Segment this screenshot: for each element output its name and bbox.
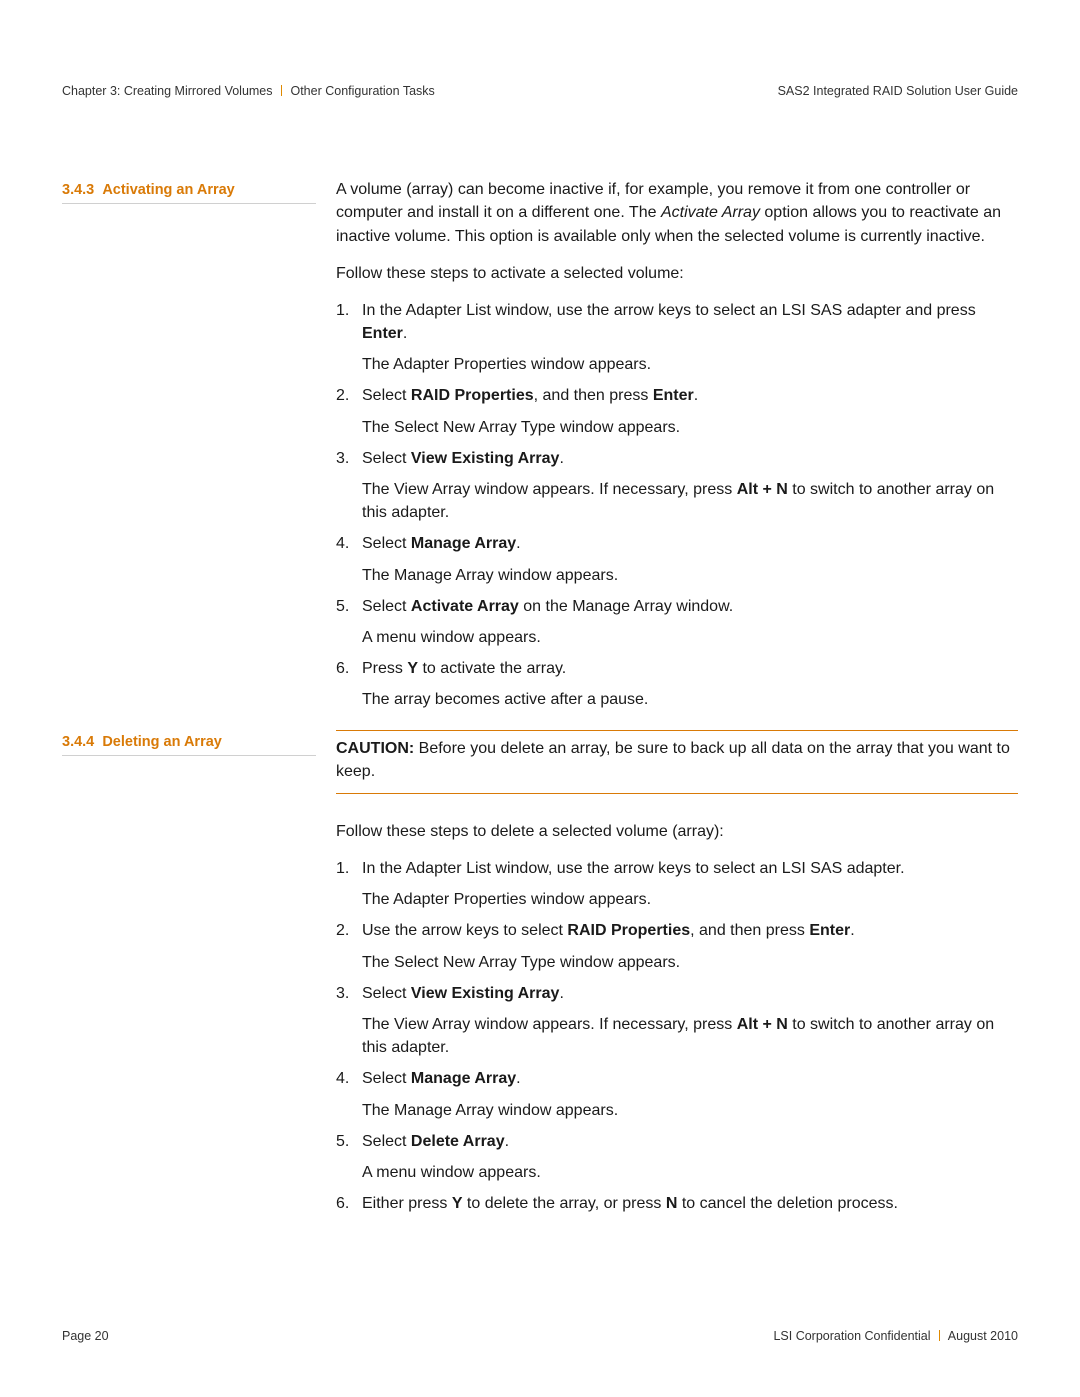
footer-date: August 2010 [948,1329,1018,1343]
running-header-left: Chapter 3: Creating Mirrored Volumes Oth… [62,82,435,100]
step-text: , and then press [534,387,653,404]
step-text: Select [362,535,411,552]
step-bold: Enter [809,922,850,939]
step-item: In the Adapter List window, use the arro… [336,857,1018,911]
step-bold: RAID Properties [567,922,690,939]
section-number: 3.4.3 [62,182,94,198]
step-text: to activate the array. [418,660,566,677]
step-item: Select Manage Array. The Manage Array wi… [336,532,1018,586]
step-text: . [559,450,563,467]
step-item: Use the arrow keys to select RAID Proper… [336,919,1018,973]
step-bold: Manage Array [411,1070,516,1087]
section-title: Deleting an Array [102,734,222,750]
step-item: Either press Y to delete the array, or p… [336,1192,1018,1215]
separator-icon [939,1330,940,1341]
section-heading-activating: 3.4.3 Activating an Array [62,180,316,204]
step-text: . [516,535,520,552]
step-item: Select RAID Properties, and then press E… [336,384,1018,438]
result-text: The View Array window appears. If necess… [362,481,737,498]
step-result: The Adapter Properties window appears. [362,353,1018,376]
result-text: The View Array window appears. If necess… [362,1016,737,1033]
step-result: A menu window appears. [362,626,1018,649]
step-text: . [559,985,563,1002]
step-text: Either press [362,1195,452,1212]
step-item: Select Delete Array. A menu window appea… [336,1130,1018,1184]
page-number: Page 20 [62,1327,109,1345]
step-item: Select Manage Array. The Manage Array wi… [336,1067,1018,1121]
chapter-label: Chapter 3: Creating Mirrored Volumes [62,84,273,98]
step-bold: View Existing Array [411,985,560,1002]
section-heading-deleting: 3.4.4 Deleting an Array [62,732,316,756]
step-item: Select View Existing Array. The View Arr… [336,982,1018,1060]
result-bold: Alt + N [737,1016,788,1033]
page: Chapter 3: Creating Mirrored Volumes Oth… [0,0,1080,1397]
lead-paragraph: Follow these steps to delete a selected … [336,820,1018,843]
step-item: Select Activate Array on the Manage Arra… [336,595,1018,649]
section-title: Activating an Array [102,182,234,198]
footer-right: LSI Corporation Confidential August 2010 [773,1327,1018,1345]
step-text: , and then press [690,922,809,939]
caution-text: Before you delete an array, be sure to b… [336,740,1010,780]
step-bold: N [666,1195,678,1212]
separator-icon [281,85,282,96]
steps-list-deleting: In the Adapter List window, use the arro… [336,857,1018,1215]
step-text: Select [362,450,411,467]
result-bold: Alt + N [737,481,788,498]
step-item: In the Adapter List window, use the arro… [336,299,1018,377]
step-result: The View Array window appears. If necess… [362,478,1018,524]
step-text: Select [362,1133,411,1150]
step-text: In the Adapter List window, use the arro… [362,860,905,877]
step-text: . [850,922,854,939]
step-text: Press [362,660,407,677]
step-result: The Manage Array window appears. [362,564,1018,587]
step-bold: Y [407,660,418,677]
section-label: Other Configuration Tasks [290,84,434,98]
step-bold: Enter [362,325,403,342]
step-result: The View Array window appears. If necess… [362,1013,1018,1059]
confidential-label: LSI Corporation Confidential [773,1329,930,1343]
step-result: The array becomes active after a pause. [362,688,1018,711]
lead-paragraph: Follow these steps to activate a selecte… [336,262,1018,285]
caution-box: CAUTION: Before you delete an array, be … [336,730,1018,794]
step-text: to delete the array, or press [462,1195,665,1212]
step-text: . [403,325,407,342]
step-text: In the Adapter List window, use the arro… [362,302,976,319]
step-item: Select View Existing Array. The View Arr… [336,447,1018,525]
step-text: Select [362,985,411,1002]
step-text: on the Manage Array window. [519,598,733,615]
step-text: Select [362,1070,411,1087]
step-bold: Manage Array [411,535,516,552]
document-title: SAS2 Integrated RAID Solution User Guide [778,82,1018,100]
step-result: A menu window appears. [362,1161,1018,1184]
step-result: The Adapter Properties window appears. [362,888,1018,911]
intro-paragraph: A volume (array) can become inactive if,… [336,178,1018,248]
steps-list-activating: In the Adapter List window, use the arro… [336,299,1018,712]
step-item: Press Y to activate the array. The array… [336,657,1018,711]
step-bold: View Existing Array [411,450,560,467]
step-text: . [694,387,698,404]
section-number: 3.4.4 [62,734,94,750]
step-bold: Enter [653,387,694,404]
step-bold: Delete Array [411,1133,505,1150]
step-result: The Manage Array window appears. [362,1099,1018,1122]
intro-italic: Activate Array [661,204,760,221]
step-text: . [516,1070,520,1087]
step-result: The Select New Array Type window appears… [362,416,1018,439]
step-bold: Y [452,1195,463,1212]
step-bold: RAID Properties [411,387,534,404]
step-bold: Activate Array [411,598,519,615]
step-result: The Select New Array Type window appears… [362,951,1018,974]
caution-label: CAUTION: [336,740,414,757]
step-text: Select [362,387,411,404]
step-text: Use the arrow keys to select [362,922,567,939]
step-text: . [505,1133,509,1150]
running-footer: Page 20 LSI Corporation Confidential Aug… [62,1327,1018,1345]
step-text: to cancel the deletion process. [677,1195,898,1212]
step-text: Select [362,598,411,615]
running-header: Chapter 3: Creating Mirrored Volumes Oth… [62,82,1018,100]
